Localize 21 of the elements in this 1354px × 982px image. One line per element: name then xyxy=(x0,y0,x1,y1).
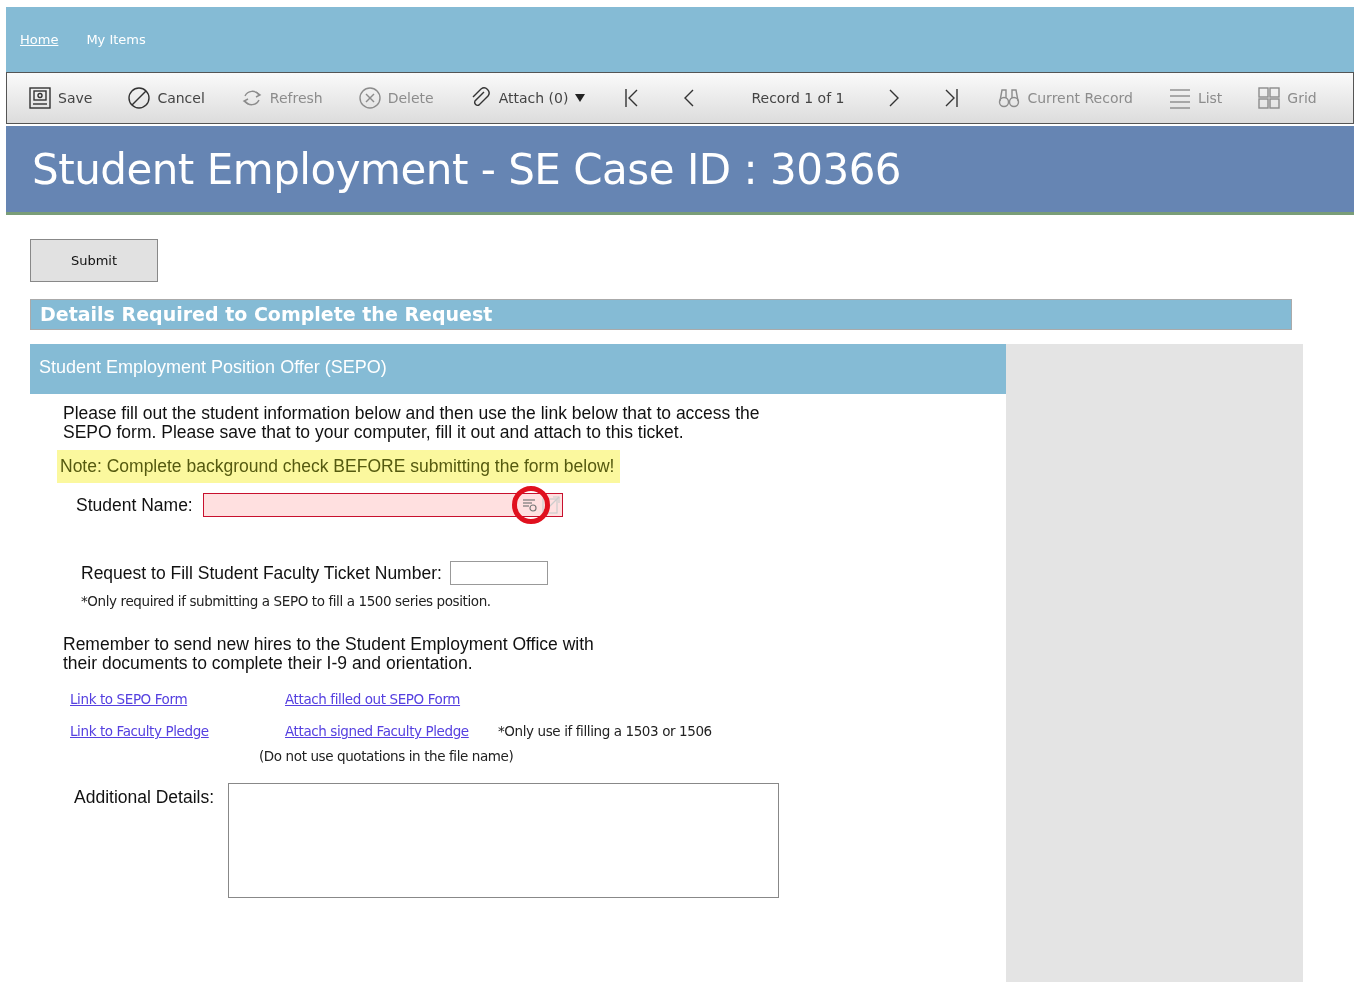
reminder-text: Remember to send new hires to the Student Employment Office with their documents to complete their I-9 and orientation. xyxy=(63,635,595,673)
field-label: Student Name: xyxy=(76,494,193,516)
attach-button[interactable]: Attach (0) xyxy=(459,78,596,118)
link[interactable]: Attach filled out SEPO Form xyxy=(285,691,461,707)
note-text: Note: Complete background check BEFORE submitting the form below! xyxy=(57,450,621,483)
subsection-header: Student Employment Position Offer (SEPO) xyxy=(30,344,1006,394)
submit-button[interactable]: Submit xyxy=(30,239,158,282)
link[interactable]: Link to SEPO Form xyxy=(70,691,188,707)
note-text: (Do not use quotations in the file name) xyxy=(259,748,514,764)
note-text: *Only use if filling a 1503 or 1506 xyxy=(498,723,713,739)
field-label: Additional Details: xyxy=(74,786,215,808)
page-title: Student Employment - SE Case ID : 30366 xyxy=(32,144,902,194)
save-button[interactable]: Save xyxy=(19,78,103,118)
hint-text: *Only required if submitting a SEPO to fill a 1500 series position. xyxy=(81,593,492,609)
instructions-text: Please fill out the student information below and then use the link below that to access the SEPO form. Please save that to your computer, fill it out and attach to this ticket. xyxy=(63,404,761,442)
field-label: Request to Fill Student Faculty Ticket Number: xyxy=(81,562,442,584)
cancel-button[interactable]: Cancel xyxy=(118,78,215,118)
section-header: Details Required to Complete the Request xyxy=(30,299,1292,330)
record-counter: Record 1 of 1 xyxy=(750,90,846,106)
link[interactable]: Attach signed Faculty Pledge xyxy=(285,723,469,739)
link[interactable]: Link to Faculty Pledge xyxy=(70,723,209,739)
